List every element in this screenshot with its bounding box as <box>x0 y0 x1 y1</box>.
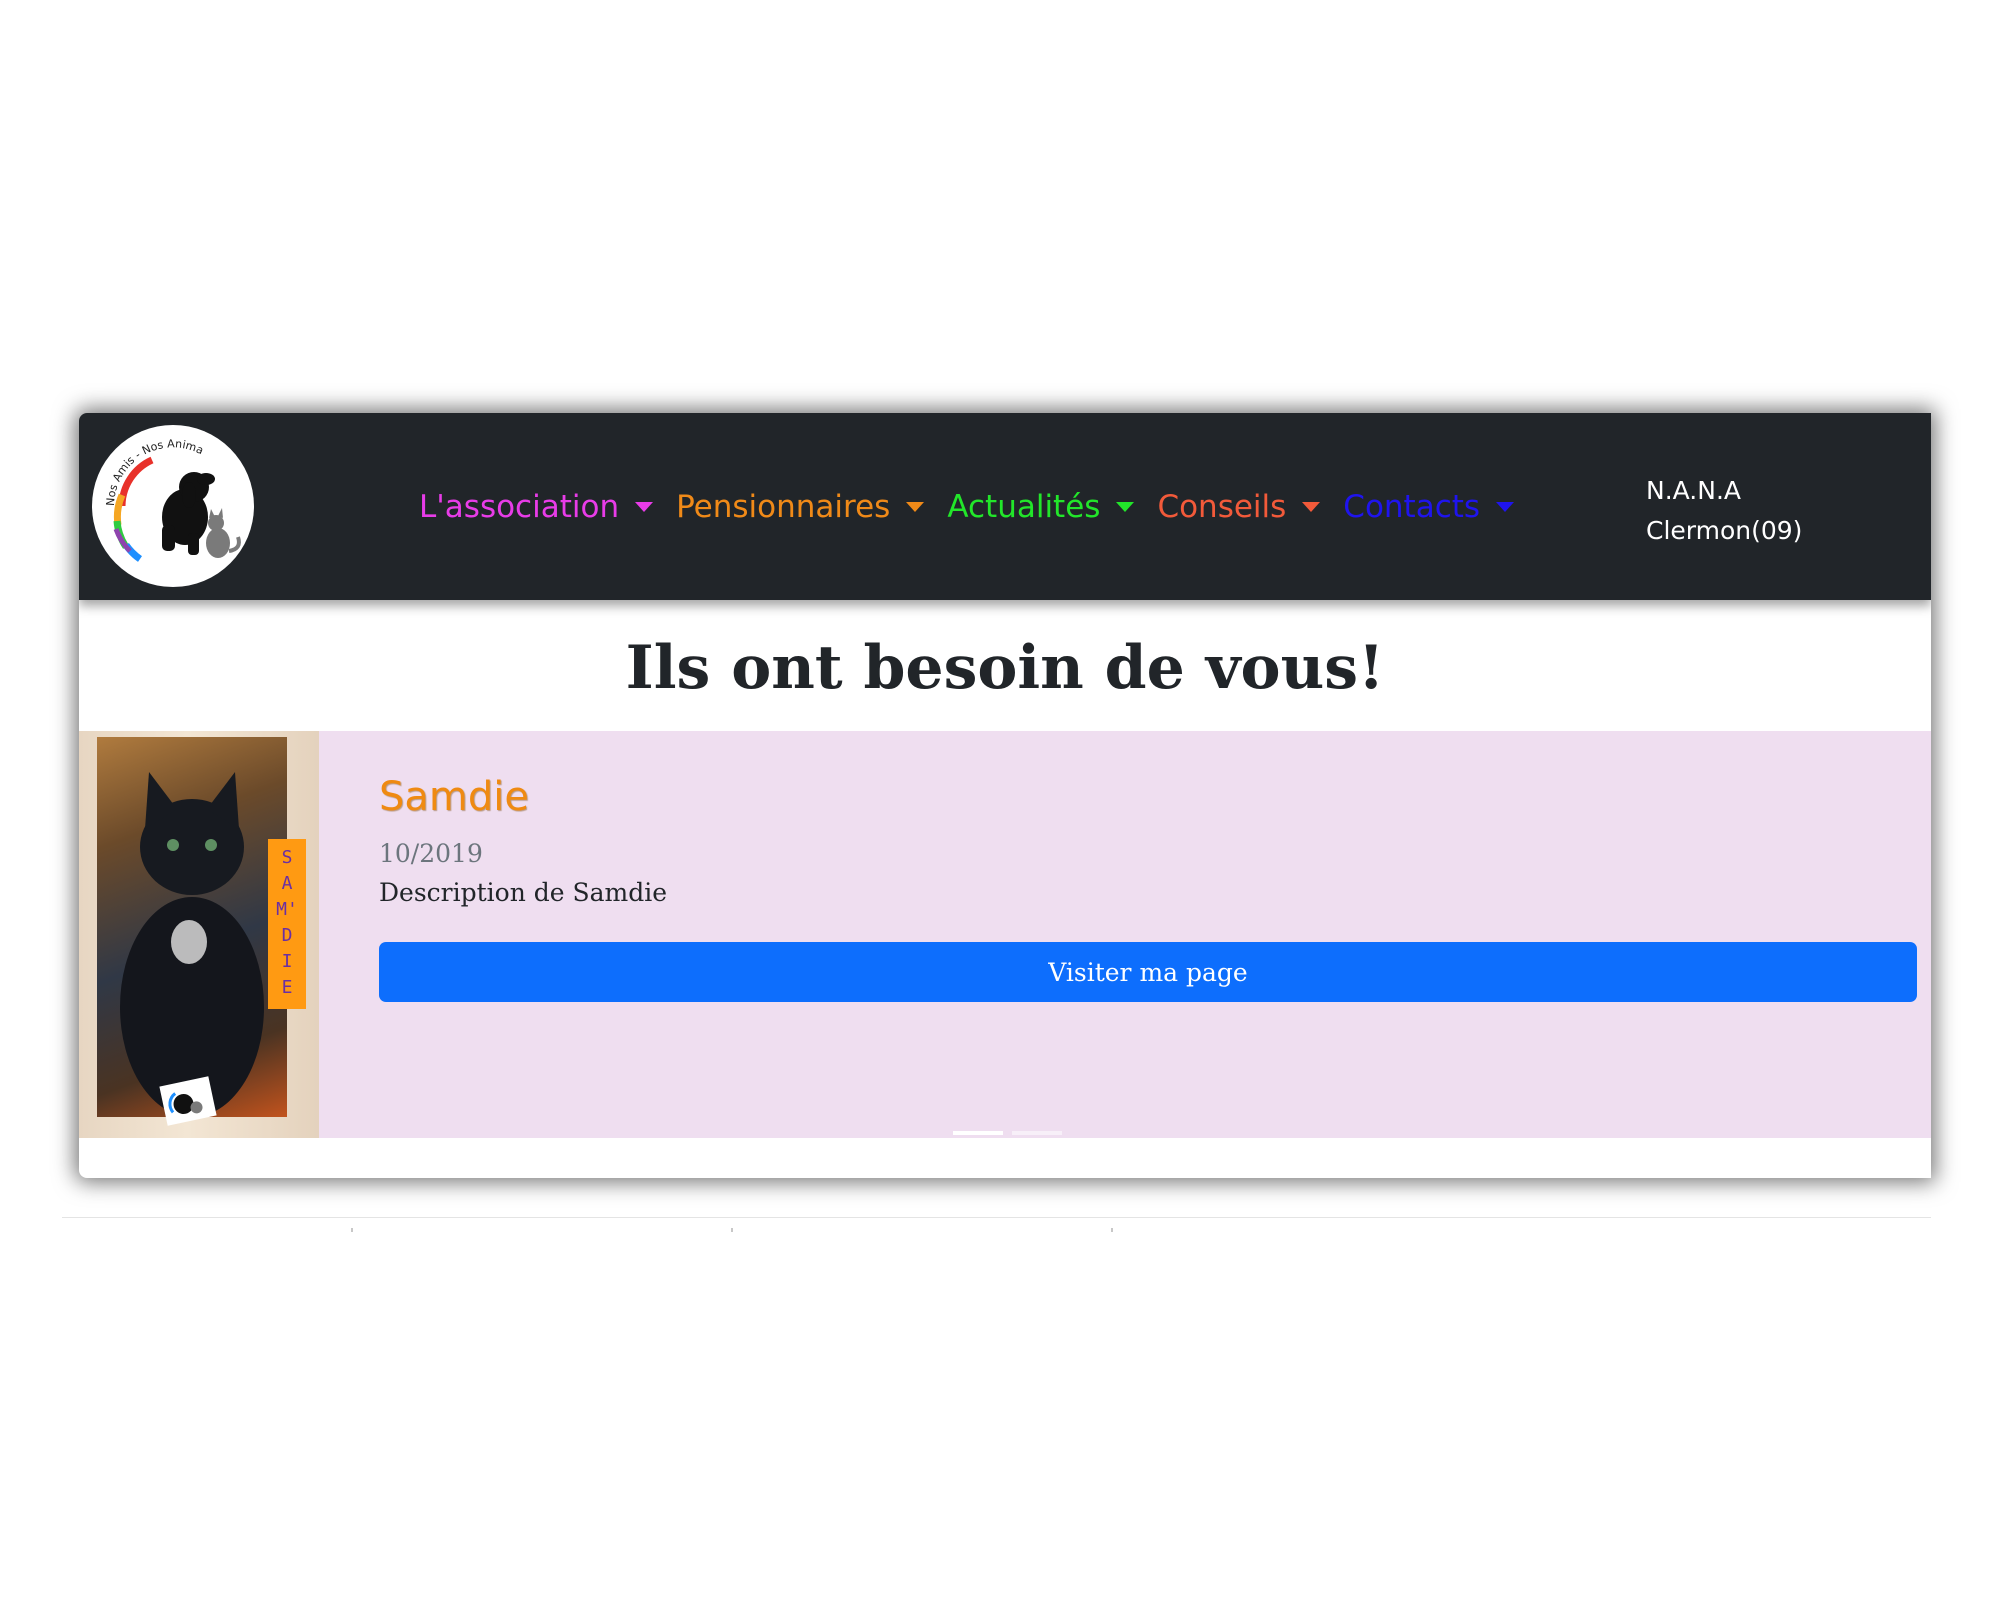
chevron-down-icon <box>1496 502 1515 512</box>
animal-photo: S A M' D I E <box>79 731 319 1138</box>
main-menu: L'association Pensionnaires Actualités C… <box>419 485 1537 529</box>
brand-location: Clermon(09) <box>1646 516 1803 545</box>
cat-photo-image <box>97 737 287 1117</box>
nav-item-actualites[interactable]: Actualités <box>947 489 1135 525</box>
nav-item-conseils-label: Conseils <box>1157 489 1287 525</box>
nav-item-conseils[interactable]: Conseils <box>1157 489 1321 525</box>
animal-carousel: S A M' D I E Samdie 10/2019 Description de Sa… <box>79 731 1931 1138</box>
brand-name: N.A.N.A <box>1646 476 1742 505</box>
chevron-down-icon <box>635 502 654 512</box>
logo-graphic-icon: Nos Amis - Nos Animaux <box>92 425 253 586</box>
tick-mark <box>351 1228 353 1232</box>
carousel-indicators <box>953 1131 1071 1135</box>
page-frame: Nos Amis - Nos Animaux L'association Pen… <box>79 413 1931 1178</box>
photo-name-tag: S A M' D I E <box>268 839 306 1009</box>
tick-mark <box>731 1228 733 1232</box>
chevron-down-icon <box>1302 502 1321 512</box>
chevron-down-icon <box>906 502 925 512</box>
chevron-down-icon <box>1116 502 1135 512</box>
carousel-indicator-1[interactable] <box>953 1131 1003 1135</box>
nav-item-contacts[interactable]: Contacts <box>1343 489 1515 525</box>
nav-item-association[interactable]: L'association <box>419 489 654 525</box>
cat-silhouette-icon <box>120 772 264 1117</box>
visit-page-button[interactable]: Visiter ma page <box>379 942 1917 1002</box>
photo-logo-stamp <box>159 1076 217 1126</box>
animal-description: Description de Samdie <box>379 878 668 907</box>
photo-tag-text: S A M' D I E <box>276 847 298 998</box>
carousel-indicator-2[interactable] <box>1012 1131 1062 1135</box>
mini-logo-icon <box>168 1092 203 1114</box>
page-title: Ils ont besoin de vous! <box>625 633 1385 703</box>
nav-item-contacts-label: Contacts <box>1343 489 1481 525</box>
nav-item-actualites-label: Actualités <box>947 489 1101 525</box>
tick-mark <box>1111 1228 1113 1232</box>
navbar: Nos Amis - Nos Animaux L'association Pen… <box>79 413 1931 600</box>
nav-item-association-label: L'association <box>419 489 620 525</box>
navbar-brand[interactable]: N.A.N.A Clermon(09) <box>1646 471 1802 551</box>
bottom-divider <box>62 1217 1931 1218</box>
nav-item-pensionnaires-label: Pensionnaires <box>676 489 891 525</box>
association-logo[interactable]: Nos Amis - Nos Animaux <box>92 425 254 587</box>
animal-name: Samdie <box>379 774 529 820</box>
animal-date: 10/2019 <box>379 839 483 868</box>
nav-item-pensionnaires[interactable]: Pensionnaires <box>676 489 925 525</box>
